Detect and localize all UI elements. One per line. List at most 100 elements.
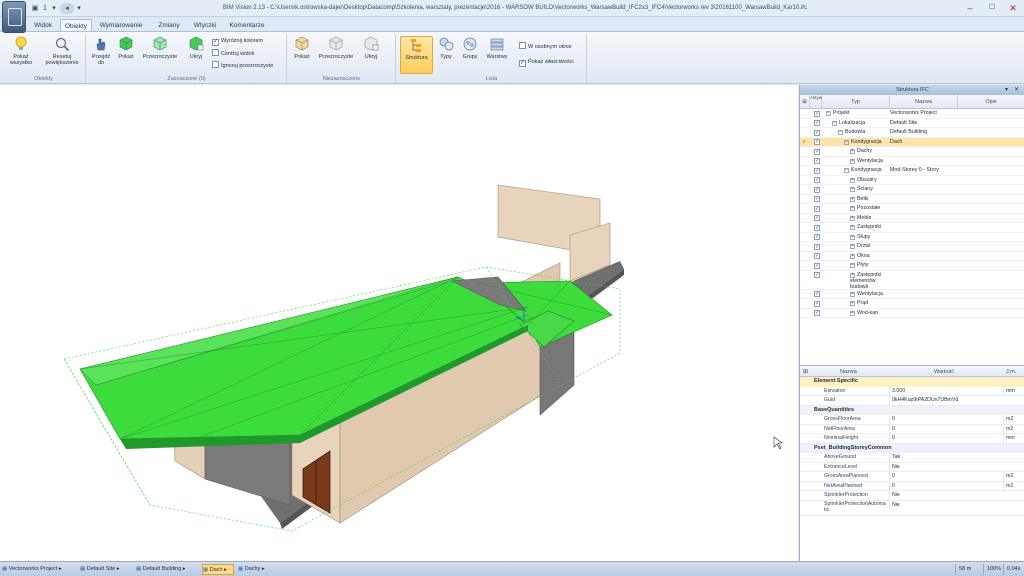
active-checkbox[interactable]: ✓ — [814, 205, 820, 212]
tree-row[interactable]: ✓ + Prąd — [800, 299, 1024, 309]
expand-icon[interactable]: + — [850, 234, 855, 240]
tree-row[interactable]: ✓ + Zastępniki elementów budowli — [800, 271, 1024, 290]
property-category[interactable]: Pset_BuildingStoreyCommon — [800, 443, 1024, 453]
show-selected-button[interactable]: Pokaż — [115, 36, 137, 60]
expand-icon[interactable]: + — [850, 206, 855, 211]
property-row[interactable]: Guid 0kH4Kup9tPA2DUn7UBmVd — [800, 396, 1024, 406]
active-checkbox[interactable]: ✓ — [814, 110, 820, 117]
property-value[interactable]: 0 — [889, 424, 999, 434]
column-description[interactable]: Opis — [958, 95, 1024, 109]
collapse-icon[interactable]: − — [826, 111, 831, 116]
tree-row[interactable]: ✓ + Drzwi — [800, 242, 1024, 252]
active-checkbox[interactable]: ✓ — [814, 129, 820, 136]
active-checkbox[interactable]: ✓ — [814, 139, 820, 145]
tree-row[interactable]: ✓ + Pozostałe — [800, 204, 1024, 214]
tree-row[interactable]: ✓ + Wod-kan — [800, 309, 1024, 318]
expand-icon[interactable]: + — [850, 177, 855, 183]
dropdown-arrow-icon[interactable]: ▾ — [50, 3, 58, 14]
active-checkbox[interactable]: ✓ — [814, 272, 820, 278]
property-row[interactable]: NominalHeight 0 mm — [800, 434, 1024, 444]
column-type[interactable]: Typ — [822, 95, 890, 109]
building-model[interactable] — [0, 85, 798, 561]
expand-icon[interactable]: + — [850, 187, 855, 192]
breadcrumb-item[interactable]: ▦ Default Building ▸ — [136, 564, 198, 575]
show-properties-checkbox[interactable]: ✓ Pokaż właściwości — [519, 58, 574, 67]
expand-icon[interactable]: + — [850, 301, 855, 306]
active-checkbox[interactable]: ✓ — [814, 300, 820, 307]
property-row[interactable]: GrossFloorArea 0 m2 — [800, 415, 1024, 425]
quick-access-value[interactable]: 1 — [41, 3, 49, 14]
tree-row[interactable]: ✓ − Lokalizacja Default Site — [800, 119, 1024, 128]
expand-icon[interactable]: + — [850, 291, 855, 297]
property-category[interactable]: Element Specific — [800, 377, 1024, 387]
property-value[interactable]: 0 — [889, 434, 999, 443]
app-logo-icon[interactable] — [2, 1, 26, 33]
separate-window-checkbox[interactable]: W osobnym oknie — [519, 42, 572, 51]
tree-row[interactable]: ✓ + Ściany — [800, 185, 1024, 195]
types-button[interactable]: Typy — [435, 36, 457, 60]
tree-row[interactable]: ✓ − Projekt Vectorworks Project — [800, 109, 1024, 119]
active-checkbox[interactable]: ✓ — [814, 215, 820, 221]
active-checkbox[interactable]: ✓ — [814, 291, 820, 297]
panel-pin-icon[interactable]: ▾ — [1005, 85, 1008, 95]
expand-icon[interactable]: + — [850, 310, 855, 316]
expand-icon[interactable]: + — [850, 263, 855, 268]
property-row[interactable]: AboveGround Tak — [800, 453, 1024, 463]
collapse-icon[interactable]: − — [832, 120, 837, 126]
active-checkbox[interactable]: ✓ — [814, 262, 820, 269]
tree-row[interactable]: ✓ ✓ − Kondygnacja Dach — [800, 137, 1024, 147]
property-value[interactable]: 0kH4Kup9tPA2DUn7UBmVd — [889, 396, 999, 405]
breadcrumb-arrow-icon[interactable]: ▸ — [57, 566, 62, 572]
active-checkbox[interactable]: ✓ — [814, 186, 820, 193]
show-unselected-button[interactable]: Pokaż — [291, 36, 313, 60]
groups-button[interactable]: Grupy — [459, 36, 481, 60]
breadcrumb-item[interactable]: ▦ Vectorworks Project ▸ — [2, 564, 76, 575]
property-row[interactable]: Elevation 3.000 mm — [800, 386, 1024, 396]
close-button[interactable]: ✕ — [1003, 1, 1023, 15]
tree-row[interactable]: ✓ + Wentylacja — [800, 157, 1024, 166]
collapse-icon[interactable]: − — [844, 139, 849, 145]
tree-row[interactable]: ✓ − Kondygnacja Mod-Storey 0 - Story — [800, 166, 1024, 176]
breadcrumb-arrow-icon[interactable]: ▸ — [181, 566, 186, 572]
transparent-selected-button[interactable]: Przezroczyste — [142, 36, 178, 60]
tree-row[interactable]: ✓ + Słupy — [800, 233, 1024, 242]
active-checkbox[interactable]: ✓ — [814, 196, 820, 202]
property-value[interactable]: 0 — [889, 415, 999, 424]
show-all-button[interactable]: Pokaż wszystko — [6, 36, 36, 66]
property-value[interactable]: 3.000 — [889, 386, 999, 396]
property-value[interactable]: Nie — [889, 491, 999, 500]
ignore-transparent-checkbox[interactable]: Ignoruj przezroczyste — [212, 61, 273, 70]
breadcrumb-arrow-icon[interactable]: ▸ — [223, 567, 227, 573]
properties-toggle-icon[interactable]: ⊞ — [803, 368, 808, 375]
expand-icon[interactable]: + — [850, 253, 855, 259]
3d-viewport[interactable] — [0, 85, 798, 561]
property-row[interactable]: SprinklerProtection Nie — [800, 491, 1024, 501]
collapse-icon[interactable]: − — [838, 130, 843, 135]
property-value[interactable]: 0 — [889, 481, 999, 491]
props-column-value[interactable]: Wartość — [934, 369, 954, 375]
tree-row[interactable]: ✓ − Budowla Default Building — [800, 128, 1024, 138]
breadcrumb-item[interactable]: ▦ Dachy ▸ — [238, 564, 268, 575]
hide-unselected-button[interactable]: Ukryj — [360, 36, 382, 60]
expand-icon[interactable]: + — [850, 149, 855, 154]
active-checkbox[interactable]: ✓ — [814, 167, 820, 174]
expand-icon[interactable]: + — [850, 225, 855, 230]
minimize-button[interactable]: – — [960, 1, 980, 15]
breadcrumb-item[interactable]: ▦ Dach ▸ — [202, 564, 234, 575]
property-row[interactable]: EntranceLevel Nie — [800, 462, 1024, 472]
expand-icon[interactable]: + — [850, 196, 855, 202]
active-checkbox[interactable]: ✓ — [814, 243, 820, 250]
property-value[interactable]: Nie — [889, 462, 999, 472]
expand-icon[interactable]: + — [850, 215, 855, 221]
tree-row[interactable]: ✓ + Płyty — [800, 261, 1024, 271]
breadcrumb-arrow-icon[interactable]: ▸ — [115, 566, 120, 572]
active-checkbox[interactable]: ✓ — [814, 148, 820, 155]
tree-row[interactable]: ✓ + Obszary — [800, 176, 1024, 185]
reset-zoom-button[interactable]: Resetuj powiększenie — [42, 36, 82, 66]
tree-row[interactable]: ✓ + Wentylacja — [800, 290, 1024, 299]
collapse-icon[interactable]: − — [844, 168, 849, 173]
active-checkbox[interactable]: ✓ — [814, 177, 820, 183]
breadcrumb-item[interactable]: ▦ Default Site ▸ — [80, 564, 132, 575]
expand-all-icon[interactable]: ⊞ — [800, 95, 810, 109]
active-checkbox[interactable]: ✓ — [814, 234, 820, 240]
